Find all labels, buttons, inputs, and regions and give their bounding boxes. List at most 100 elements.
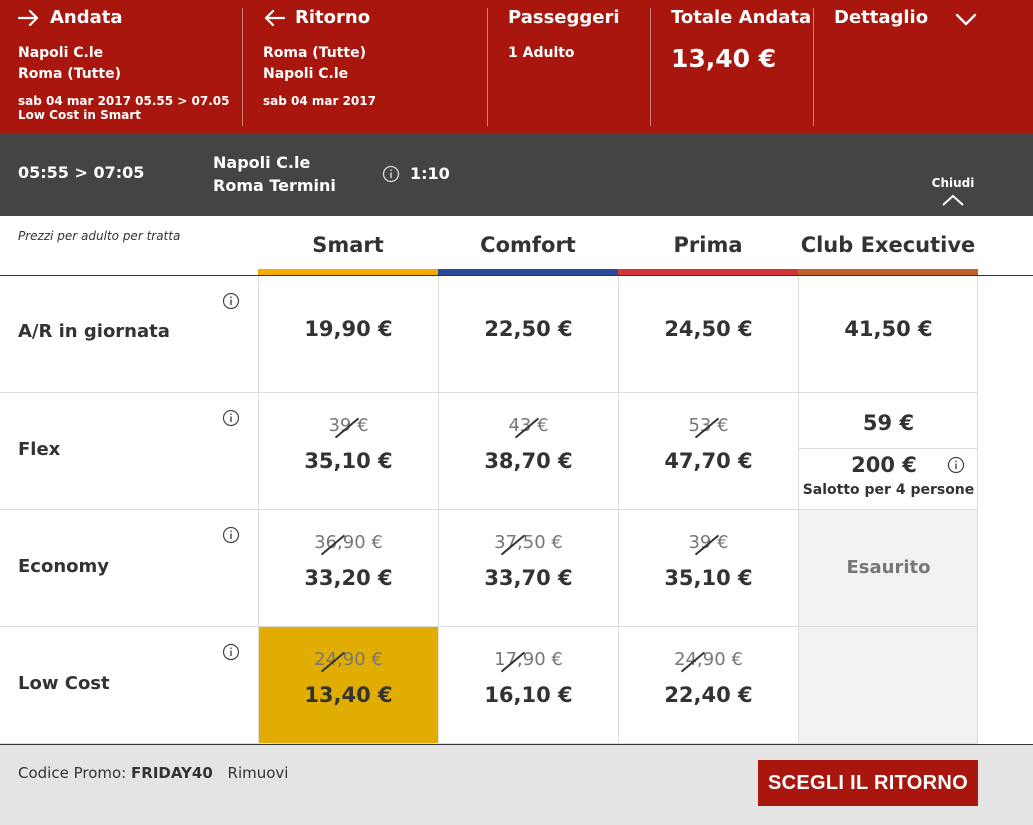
- fare-cell[interactable]: 24,90 € 22,40 €: [618, 627, 798, 744]
- price: 200 €: [851, 453, 917, 477]
- journey-from: Napoli C.le: [213, 153, 311, 172]
- choose-return-button[interactable]: SCEGLI IL RITORNO: [758, 760, 978, 806]
- fare-cell[interactable]: 36,90 € 33,20 €: [258, 510, 438, 627]
- price: 16,10 €: [484, 683, 573, 707]
- price-note: Prezzi per adulto per tratta: [18, 229, 181, 243]
- row-low-cost: Low Cost: [0, 627, 258, 744]
- old-price-wrap: 17,90 €: [439, 649, 618, 670]
- old-price-wrap: 36,90 €: [259, 532, 438, 553]
- promo-code-value: FRIDAY40: [131, 764, 213, 782]
- old-price-wrap: 53 €: [619, 415, 798, 436]
- journey-to: Roma Termini: [213, 176, 336, 195]
- trip-summary-header: Andata Napoli C.le Roma (Tutte) sab 04 m…: [0, 0, 1033, 133]
- soldout-label: Esaurito: [846, 557, 931, 578]
- fare-cell[interactable]: 24,50 €: [618, 276, 798, 393]
- price: 13,40 €: [304, 683, 393, 707]
- fare-option-standard[interactable]: 59 €: [799, 393, 978, 449]
- column-smart: Smart: [258, 216, 438, 275]
- fare-cell[interactable]: 53 € 47,70 €: [618, 393, 798, 510]
- column-club-executive: Club Executive: [798, 216, 978, 275]
- journey-bar: 05:55 > 07:05 Napoli C.le Roma Termini 1…: [0, 133, 1033, 216]
- info-circle-icon[interactable]: [222, 526, 240, 548]
- detail-title[interactable]: Dettaglio: [834, 7, 928, 28]
- detail-toggle[interactable]: [955, 12, 977, 31]
- old-price: 37,50 €: [494, 532, 563, 553]
- price: 22,40 €: [664, 683, 753, 707]
- old-price: 43 €: [508, 415, 549, 436]
- price: 24,50 €: [664, 317, 753, 341]
- price: 41,50 €: [844, 317, 933, 341]
- price: 35,10 €: [664, 566, 753, 590]
- old-price-wrap: 39 €: [259, 415, 438, 436]
- close-journey-button[interactable]: Chiudi: [929, 176, 977, 206]
- column-label: Comfort: [480, 233, 576, 257]
- price: 33,20 €: [304, 566, 393, 590]
- info-circle-icon[interactable]: [222, 643, 240, 665]
- promo-label: Codice Promo:: [18, 764, 127, 782]
- arrow-left-icon: [264, 9, 285, 26]
- passengers-title: Passeggeri: [508, 7, 620, 28]
- fare-cell[interactable]: 39 € 35,10 €: [258, 393, 438, 510]
- total-title: Totale Andata: [671, 7, 812, 28]
- duration-value: 1:10: [410, 164, 450, 183]
- footer-bar: Codice Promo: FRIDAY40 Rimuovi SCEGLI IL…: [0, 744, 1033, 825]
- grid-right-border: [977, 276, 978, 744]
- row-flex: Flex: [0, 393, 258, 510]
- outbound-from: Napoli C.le: [18, 45, 104, 61]
- fare-cell[interactable]: 41,50 €: [798, 276, 978, 393]
- info-circle-icon[interactable]: [222, 292, 240, 314]
- price: 35,10 €: [304, 449, 393, 473]
- return-from: Roma (Tutte): [263, 45, 366, 61]
- row-economy: Economy: [0, 510, 258, 627]
- return-to: Napoli C.le: [263, 66, 349, 82]
- outbound-title: Andata: [50, 7, 123, 28]
- old-price: 36,90 €: [314, 532, 383, 553]
- info-circle-icon: [382, 165, 400, 182]
- outbound-to: Roma (Tutte): [18, 66, 121, 82]
- fare-cell[interactable]: 37,50 € 33,70 €: [438, 510, 618, 627]
- old-price-wrap: 37,50 €: [439, 532, 618, 553]
- old-price-wrap: 24,90 €: [619, 649, 798, 670]
- old-price-wrap: 43 €: [439, 415, 618, 436]
- fare-grid: Prezzi per adulto per tratta Smart Comfo…: [0, 216, 1033, 744]
- price: 22,50 €: [484, 317, 573, 341]
- chevron-up-icon: [942, 194, 964, 206]
- column-comfort: Comfort: [438, 216, 618, 275]
- fare-cell[interactable]: 43 € 38,70 €: [438, 393, 618, 510]
- old-price: 24,90 €: [314, 649, 383, 670]
- info-circle-icon[interactable]: [222, 409, 240, 431]
- row-label: Low Cost: [18, 673, 110, 694]
- fare-cell-split: 59 € 200 € Salotto per 4 persone: [798, 393, 978, 510]
- outbound-header: Andata: [18, 7, 123, 28]
- remove-promo-link[interactable]: Rimuovi: [228, 764, 289, 782]
- old-price: 39 €: [328, 415, 369, 436]
- fare-description: Salotto per 4 persone: [802, 482, 975, 498]
- total-price: 13,40 €: [671, 44, 777, 73]
- fare-cell[interactable]: 22,50 €: [438, 276, 618, 393]
- close-label: Chiudi: [931, 176, 975, 190]
- journey-duration[interactable]: 1:10: [382, 164, 450, 183]
- journey-stations: Napoli C.le Roma Termini: [213, 151, 336, 197]
- price: 59 €: [862, 411, 915, 435]
- column-label: Prima: [673, 233, 743, 257]
- fare-cell-selected[interactable]: 24,90 € 13,40 €: [258, 627, 438, 744]
- fare-cell[interactable]: 19,90 €: [258, 276, 438, 393]
- old-price: 24,90 €: [674, 649, 743, 670]
- info-circle-icon[interactable]: [947, 456, 965, 478]
- fare-cell-unavailable: [798, 627, 978, 744]
- fare-cell[interactable]: 17,90 € 16,10 €: [438, 627, 618, 744]
- price: 19,90 €: [304, 317, 393, 341]
- return-date: sab 04 mar 2017: [263, 94, 376, 108]
- promo-code: Codice Promo: FRIDAY40 Rimuovi: [18, 764, 288, 782]
- header-divider: [650, 8, 651, 126]
- fare-cell[interactable]: 39 € 35,10 €: [618, 510, 798, 627]
- outbound-datetime: sab 04 mar 2017 05.55 > 07.05: [18, 94, 230, 108]
- fare-option-salotto[interactable]: 200 € Salotto per 4 persone: [799, 449, 978, 509]
- old-price: 39 €: [688, 532, 729, 553]
- old-price-wrap: 24,90 €: [259, 649, 438, 670]
- return-title: Ritorno: [295, 7, 371, 28]
- price: 38,70 €: [484, 449, 573, 473]
- row-label: Flex: [18, 439, 61, 460]
- return-header: Ritorno: [263, 7, 370, 28]
- price: 47,70 €: [664, 449, 753, 473]
